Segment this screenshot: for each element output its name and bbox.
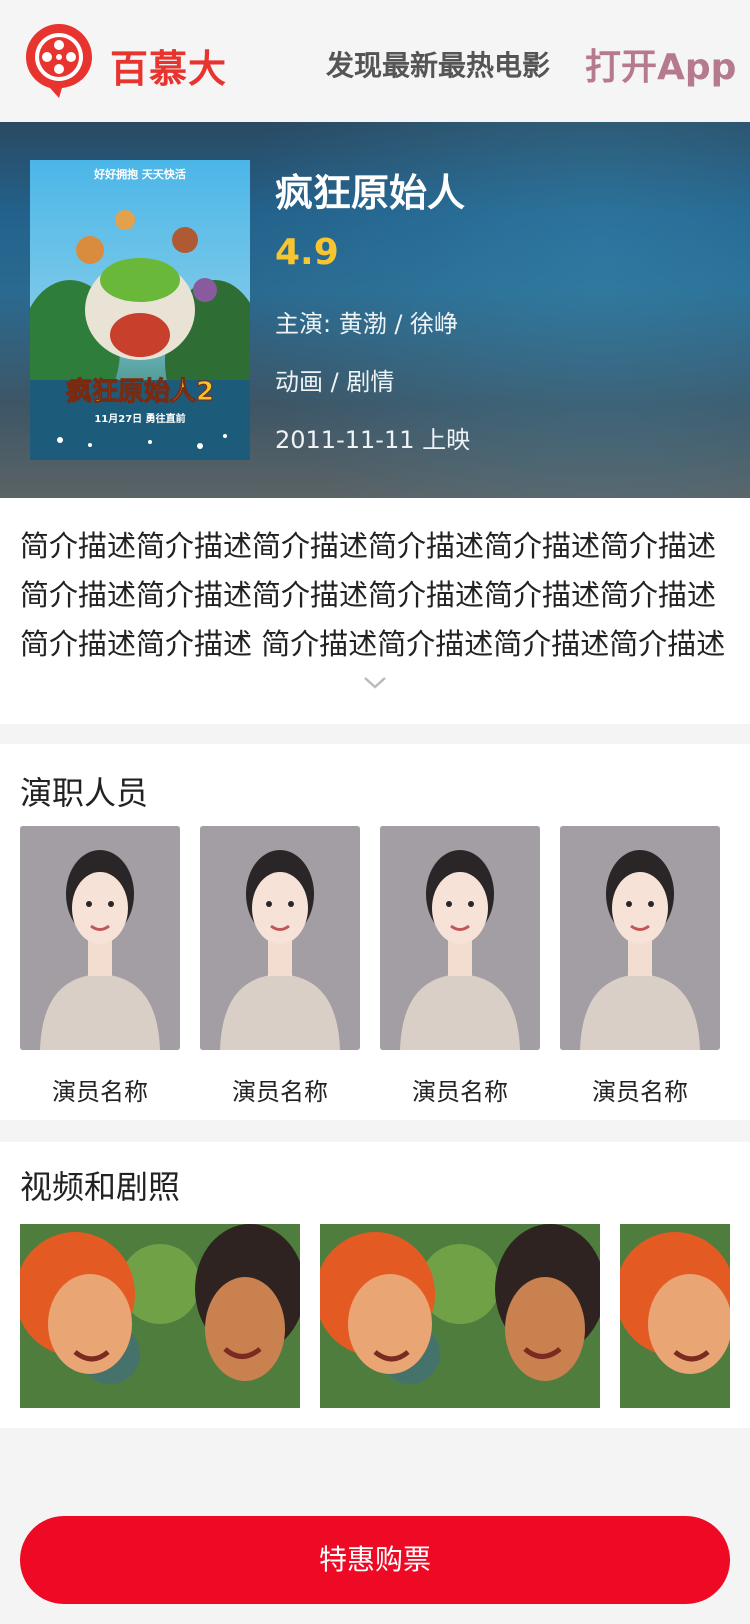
actor-card[interactable]: 演员名称 <box>20 826 180 1107</box>
movie-cast: 主演: 黄渤 / 徐峥 <box>275 310 459 338</box>
movie-release-date: 2011-11-11 上映 <box>275 426 471 454</box>
movie-hero: 好好拥抱 天天快活 疯狂原始人2 11月27日 勇往直前 疯狂原始人 4.9 主… <box>0 122 750 498</box>
actor-card[interactable]: 演员名称 <box>380 826 540 1107</box>
film-reel-logo-icon <box>26 24 92 98</box>
actor-name: 演员名称 <box>52 1078 148 1106</box>
actor-name: 演员名称 <box>412 1078 508 1106</box>
poster-date-text: 11月27日 勇往直前 <box>94 412 185 425</box>
actor-card[interactable]: 演员名称 <box>560 826 720 1107</box>
synopsis-section: 简介描述简介描述简介描述简介描述简介描述简介描述简介描述简介描述简介描述简介描述… <box>0 498 750 724</box>
movie-still[interactable] <box>20 1224 300 1408</box>
movie-still[interactable] <box>620 1224 730 1408</box>
actor-photo <box>380 826 540 1050</box>
movie-title: 疯狂原始人 <box>275 171 466 215</box>
actor-photo <box>200 826 360 1050</box>
actor-photo <box>20 826 180 1050</box>
poster-title-text: 疯狂原始人2 <box>66 376 214 407</box>
movie-genre: 动画 / 剧情 <box>275 368 395 396</box>
actor-photo <box>560 826 720 1050</box>
media-section: 视频和剧照 <box>0 1142 750 1428</box>
poster-top-text: 好好拥抱 天天快活 <box>93 167 186 181</box>
cast-section: 演职人员 演员名称 演员名称 演员名称 演员名称 <box>0 744 750 1120</box>
movie-poster[interactable]: 好好拥抱 天天快活 疯狂原始人2 11月27日 勇往直前 <box>30 160 250 460</box>
cast-section-title: 演职人员 <box>20 774 149 812</box>
movie-still[interactable] <box>320 1224 600 1408</box>
actor-card[interactable]: 演员名称 <box>200 826 360 1107</box>
movie-rating: 4.9 <box>275 232 339 273</box>
slogan: 发现最新最热电影 <box>326 49 551 82</box>
buy-ticket-button[interactable]: 特惠购票 <box>20 1516 730 1604</box>
media-section-title: 视频和剧照 <box>20 1168 181 1206</box>
open-app-link[interactable]: 打开App <box>585 38 736 90</box>
poster-illustration: 好好拥抱 天天快活 疯狂原始人2 11月27日 勇往直前 <box>30 160 250 460</box>
synopsis-text: 简介描述简介描述简介描述简介描述简介描述简介描述简介描述简介描述简介描述简介描述… <box>20 529 726 661</box>
actor-name: 演员名称 <box>232 1078 328 1106</box>
actor-name: 演员名称 <box>592 1078 688 1106</box>
chevron-down-icon[interactable] <box>363 676 387 690</box>
brand-name: 百慕大 <box>110 47 228 91</box>
top-bar: 百慕大 发现最新最热电影 打开App <box>0 0 750 122</box>
